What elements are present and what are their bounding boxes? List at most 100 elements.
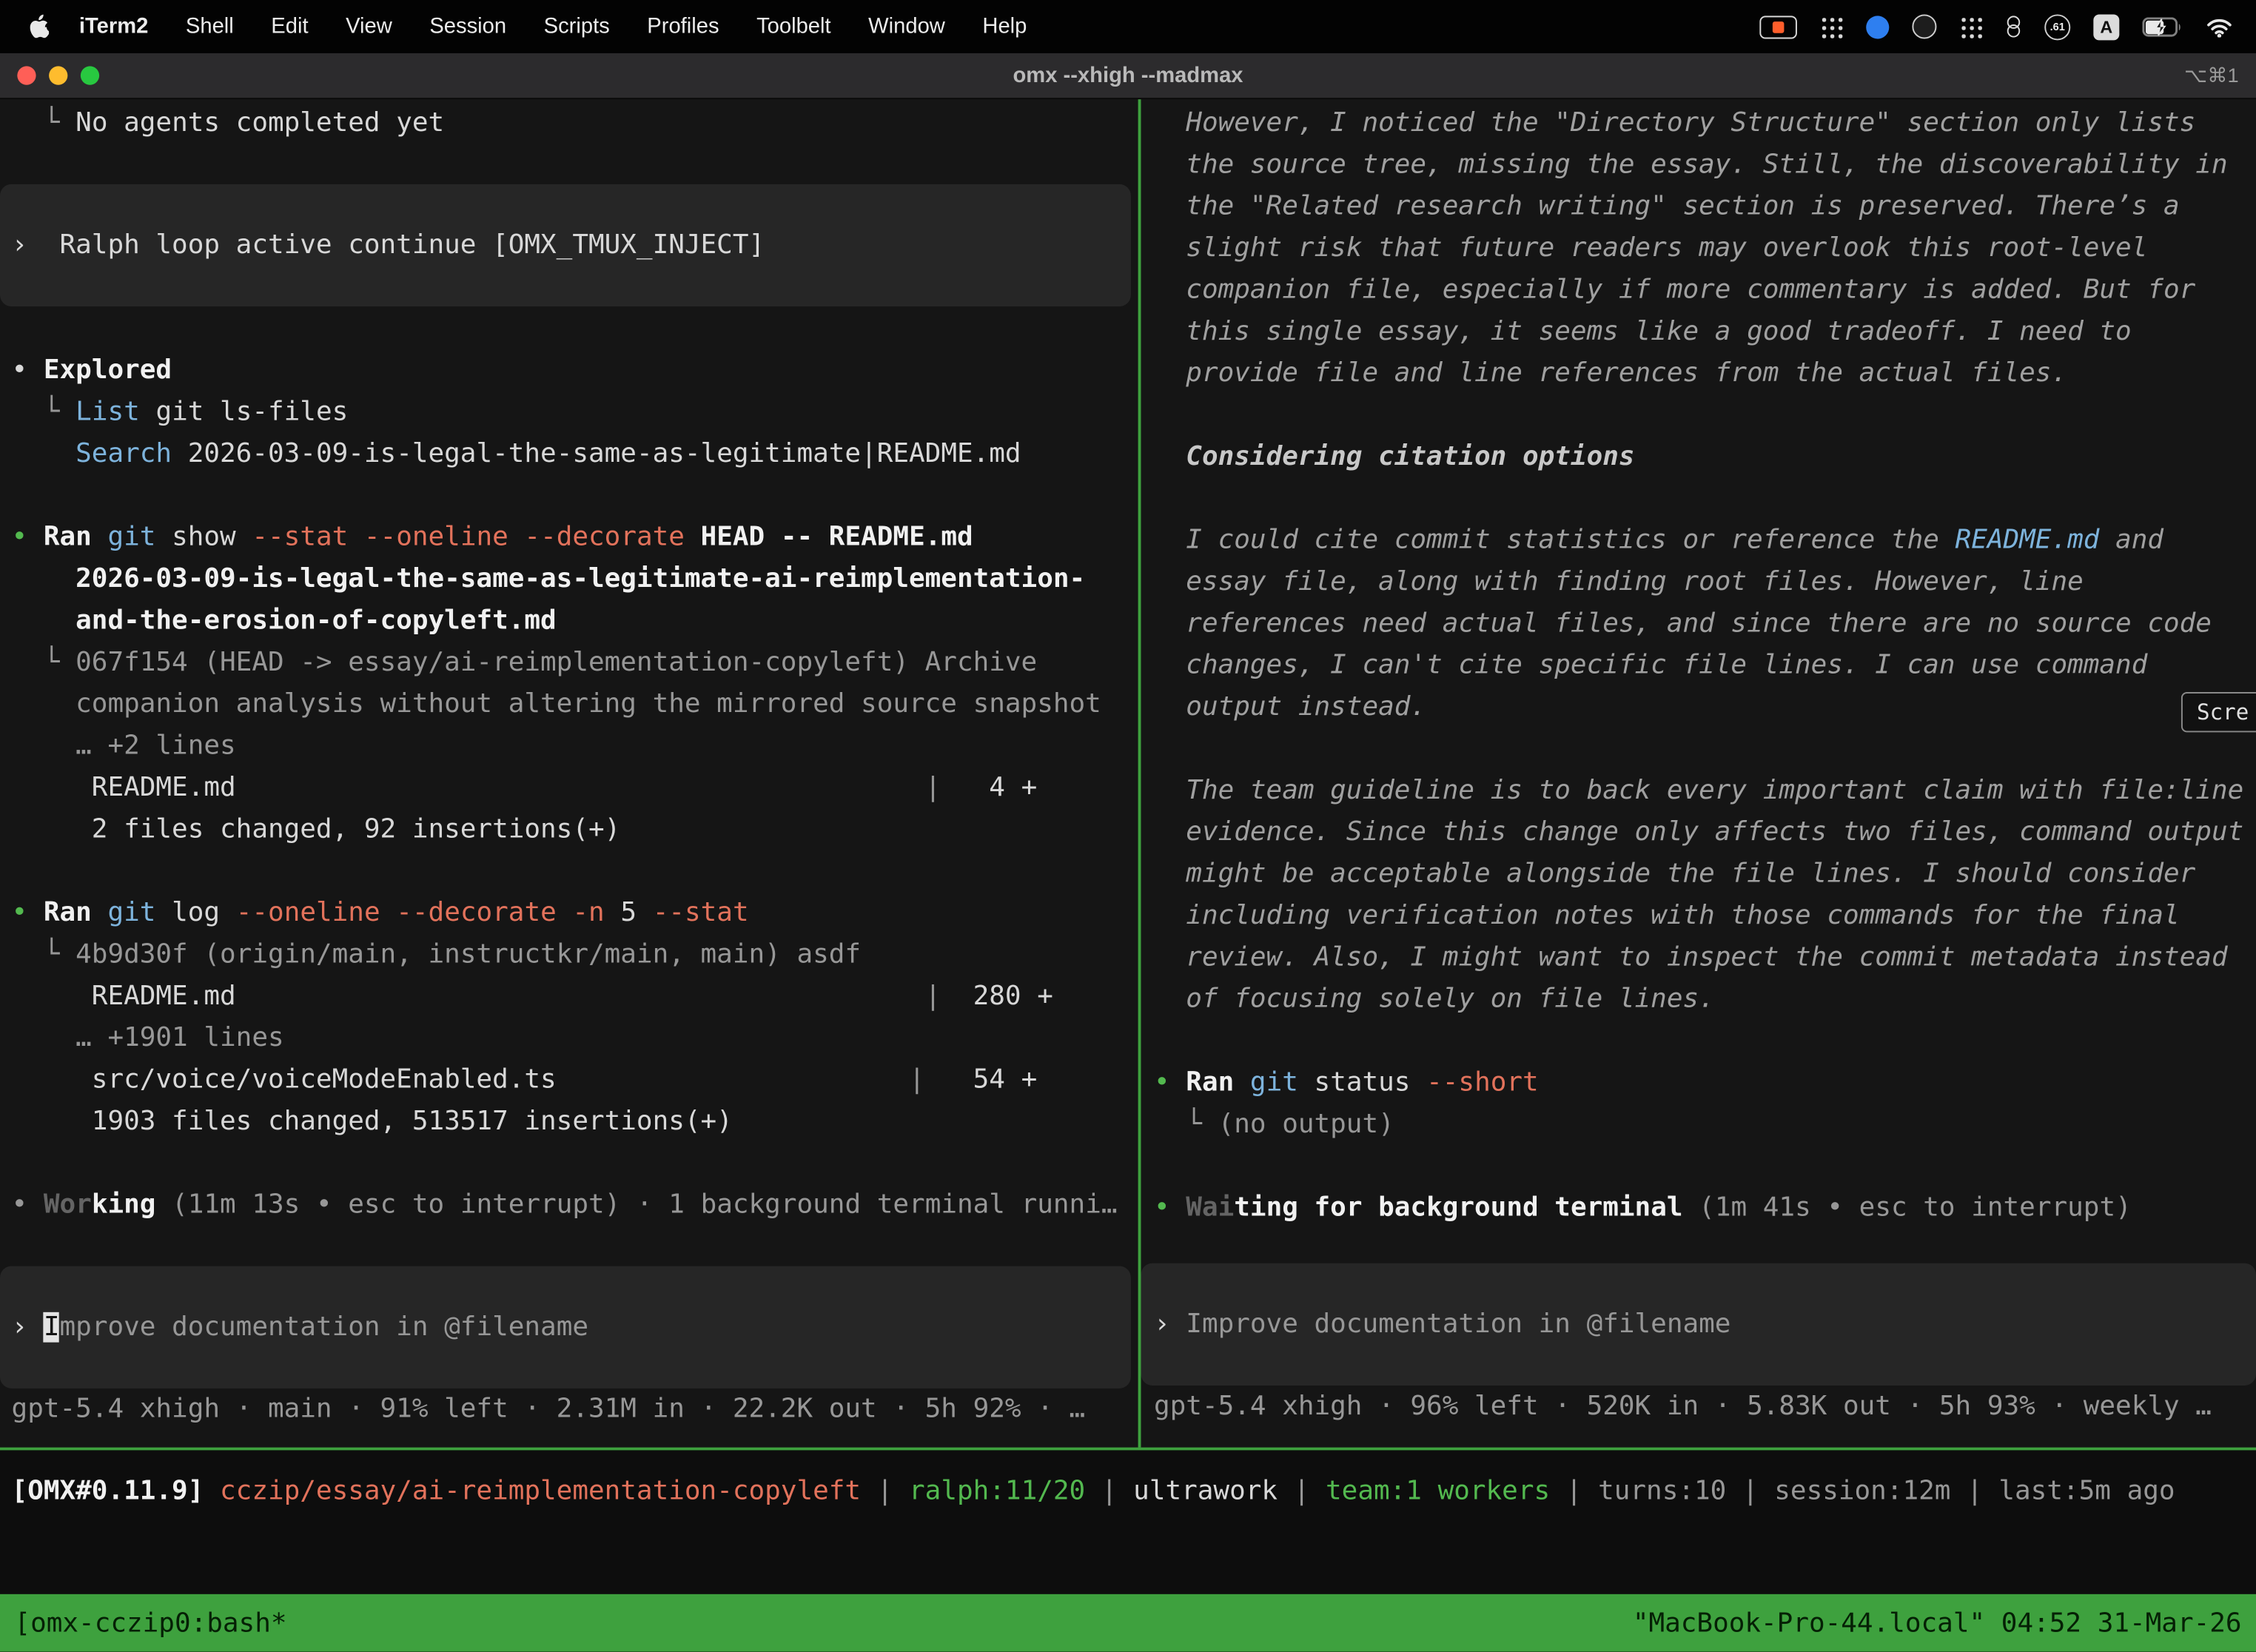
text-segment: --stat --oneline --decorate — [252, 523, 685, 553]
screen: iTerm2ShellEditViewSessionScriptsProfile… — [0, 0, 2256, 1652]
terminal-line: changes, I can't cite specific file line… — [1141, 645, 2256, 686]
text-segment: ralph:11/20 — [909, 1476, 1085, 1506]
menubar-status-icons: .61 A — [1759, 13, 2256, 39]
text-segment: I — [44, 1312, 60, 1343]
load-gauge-icon[interactable]: .61 — [2044, 13, 2070, 39]
menu-item-shell[interactable]: Shell — [167, 14, 252, 38]
terminal-line: references need actual files, and since … — [1141, 602, 2256, 644]
text-segment: | — [1085, 1476, 1133, 1506]
right-terminal-pane[interactable]: However, I noticed the "Directory Struct… — [1141, 99, 2256, 1447]
text-segment: 2026-03-09-is-legal-the-same-as-legitima… — [12, 564, 1086, 594]
menu-item-scripts[interactable]: Scripts — [525, 14, 628, 38]
text-segment: review. Also, I might want to inspect th… — [1154, 942, 2228, 973]
terminal-line: this single essay, it seems like a good … — [1141, 311, 2256, 352]
text-segment: companion file, especially if more comme… — [1154, 275, 2195, 305]
terminal-line — [1141, 728, 2256, 770]
text-segment: | — [861, 1476, 909, 1506]
text-segment: • — [12, 1190, 44, 1220]
text-segment: › — [1154, 1309, 1186, 1340]
battery-icon[interactable] — [2142, 16, 2182, 36]
terminal-line: › Improve documentation in @filename — [0, 1306, 588, 1348]
recording-dot-icon — [1773, 21, 1785, 33]
terminal-line — [1141, 477, 2256, 519]
text-segment: git ls-files — [140, 397, 348, 428]
terminal-line: README.md | 4 + — [0, 767, 1138, 808]
menu-item-edit[interactable]: Edit — [252, 14, 327, 38]
text-segment: | — [236, 981, 941, 1012]
right-transcript: However, I noticed the "Directory Struct… — [1141, 102, 2256, 1229]
terminal-line: the "Related research writing" section i… — [1141, 186, 2256, 227]
menu-item-help[interactable]: Help — [964, 14, 1046, 38]
macos-menu-bar: iTerm2ShellEditViewSessionScriptsProfile… — [0, 0, 2256, 53]
terminal-line: └ No agents completed yet — [0, 102, 1138, 144]
menu-item-profiles[interactable]: Profiles — [628, 14, 738, 38]
right-prompt-text: › Improve documentation in @filename — [1141, 1303, 1730, 1345]
text-segment: changes, I can't cite specific file line… — [1154, 651, 2147, 681]
terminal-line — [0, 1142, 1138, 1183]
text-segment: └ 067f154 (HEAD -> essay/ai-reimplementa… — [12, 648, 1038, 678]
omx-status-area: [OMX#0.11.9] cczip/essay/ai-reimplementa… — [0, 1450, 2256, 1594]
wifi-icon[interactable] — [2206, 16, 2233, 36]
apple-menu-icon[interactable] — [29, 14, 49, 38]
terminal-line: • Explored — [0, 349, 1138, 391]
text-segment: 2 files changed, 92 insertions(+) — [12, 814, 621, 845]
text-segment: gpt-5.4 xhigh · main · 91% left · 2.31M … — [12, 1394, 1086, 1425]
ralph-loop-banner: › Ralph loop active continue [OMX_TMUX_I… — [0, 184, 1131, 306]
text-segment: might be acceptable alongside the file l… — [1154, 859, 2195, 889]
blue-app-icon[interactable] — [1866, 15, 1889, 38]
terminal-line — [1141, 394, 2256, 436]
terminal-line: 2026-03-09-is-legal-the-same-as-legitima… — [0, 558, 1138, 600]
text-segment: --stat — [653, 898, 749, 928]
terminal-line: └ (no output) — [1141, 1104, 2256, 1145]
right-prompt-input[interactable]: › Improve documentation in @filename — [1141, 1263, 2256, 1386]
text-segment — [1234, 1067, 1250, 1098]
menu-item-window[interactable]: Window — [850, 14, 964, 38]
text-segment: Improve documentation in @filename — [1186, 1309, 1730, 1340]
terminal-line: gpt-5.4 xhigh · 96% left · 520K in · 5.8… — [1141, 1386, 2256, 1427]
text-segment: • — [1154, 1067, 1186, 1098]
text-segment: › Ralph loop active continue [OMX_TMUX_I… — [12, 230, 765, 261]
terminal-line: 1903 files changed, 513517 insertions(+) — [0, 1101, 1138, 1142]
left-terminal-pane[interactable]: └ No agents completed yet › Ralph loop a… — [0, 99, 1138, 1447]
left-prompt-input[interactable]: › Improve documentation in @filename — [0, 1266, 1131, 1389]
terminal-line: companion analysis without altering the … — [0, 683, 1138, 725]
text-segment: this single essay, it seems like a good … — [1154, 317, 2132, 347]
text-segment: List — [75, 397, 140, 428]
right-session-status: gpt-5.4 xhigh · 96% left · 520K in · 5.8… — [1141, 1386, 2256, 1427]
text-segment: gpt-5.4 xhigh · 96% left · 520K in · 5.8… — [1154, 1391, 2212, 1422]
launchpad-grid-icon[interactable] — [1960, 15, 1983, 38]
text-segment: and — [2099, 526, 2163, 556]
terminal-line: I could cite commit statistics or refere… — [1141, 520, 2256, 561]
terminal-line: README.md | 280 + — [0, 976, 1138, 1017]
screen-recording-indicator-icon[interactable] — [1759, 15, 1797, 38]
menu-item-iterm2[interactable]: iTerm2 — [61, 14, 167, 38]
terminal-line: provide file and line references from th… — [1141, 352, 2256, 394]
terminal-line: • Ran git show --stat --oneline --decora… — [0, 517, 1138, 558]
text-segment: show — [155, 523, 252, 553]
terminal-line: └ List git ls-files — [0, 392, 1138, 433]
text-segment: HEAD -- README.md — [685, 523, 973, 553]
app-grid-icon[interactable] — [1820, 15, 1843, 38]
text-segment: 5 — [605, 898, 653, 928]
menu-items: iTerm2ShellEditViewSessionScriptsProfile… — [61, 14, 1046, 38]
terminal-line: 2 files changed, 92 insertions(+) — [0, 808, 1138, 850]
text-segment: of focusing solely on file lines. — [1154, 984, 1715, 1015]
text-segment: └ — [12, 397, 76, 428]
text-segment: references need actual files, and since … — [1154, 608, 2212, 639]
menu-item-session[interactable]: Session — [411, 14, 525, 38]
menu-item-toolbelt[interactable]: Toolbelt — [738, 14, 850, 38]
terminal-line: src/voice/voiceModeEnabled.ts | 54 + — [0, 1059, 1138, 1101]
window-shortcut-hint: ⌥⌘1 — [2184, 64, 2256, 88]
text-segment: the "Related research writing" section i… — [1154, 192, 2180, 222]
dark-app-icon[interactable] — [1912, 14, 1936, 38]
window-title-bar[interactable]: omx --xhigh --madmax ⌥⌘1 — [0, 53, 2256, 99]
terminal-line: Considering citation options — [1141, 436, 2256, 477]
input-source-icon[interactable]: A — [2093, 13, 2119, 39]
text-segment: 4 + — [941, 773, 1037, 803]
text-segment: provide file and line references from th… — [1154, 358, 2067, 389]
text-segment: 2026-03-09-is-legal-the-same-as-legitima… — [172, 439, 1021, 469]
menu-item-view[interactable]: View — [327, 14, 411, 38]
text-segment: However, I noticed the "Directory Struct… — [1154, 108, 2195, 138]
automation-app-icon[interactable] — [2006, 15, 2021, 38]
text-segment: Ran — [44, 523, 92, 553]
